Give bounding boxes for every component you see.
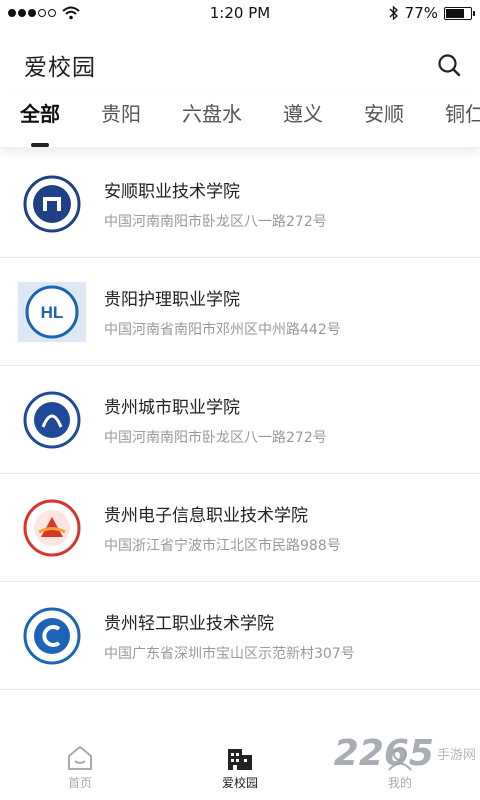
battery-icon [444, 6, 475, 20]
school-emblem-icon [23, 175, 81, 232]
nav-campus[interactable]: 爱校园 [180, 745, 300, 791]
tab-tongren[interactable]: 铜仁 [445, 92, 480, 133]
battery-percent: 77% [404, 4, 438, 22]
status-bar: 1:20 PM 77% [0, 0, 480, 26]
tab-anshun[interactable]: 安顺 [364, 92, 404, 133]
school-emblem-icon [23, 499, 81, 556]
search-icon [438, 54, 461, 77]
school-list: 安顺职业技术学院 中国河南南阳市卧龙区八一路272号 HL 贵阳护理职业学院 中… [0, 150, 480, 690]
school-logo [18, 602, 86, 670]
nav-label: 首页 [67, 776, 92, 790]
list-item[interactable]: 安顺职业技术学院 中国河南南阳市卧龙区八一路272号 [0, 150, 480, 258]
nav-label: 爱校园 [221, 776, 258, 790]
list-item[interactable]: 贵州轻工职业技术学院 中国广东省深圳市宝山区示范新村307号 [0, 582, 480, 690]
tab-label: 贵阳 [101, 102, 141, 126]
campus-icon [228, 749, 252, 770]
list-item[interactable]: 贵州电子信息职业技术学院 中国浙江省宁波市江北区市民路988号 [0, 474, 480, 582]
school-logo [18, 170, 86, 238]
watermark-text: 手游网 [436, 748, 476, 763]
school-emblem-icon: HL [18, 281, 86, 342]
watermark-number: 2265 [333, 733, 434, 774]
nav-label: 我的 [387, 776, 412, 790]
tab-label: 安顺 [364, 102, 404, 126]
tab-label: 遵义 [283, 102, 323, 126]
bluetooth-icon [389, 5, 398, 21]
school-emblem-icon [23, 391, 81, 448]
school-address: 中国浙江省宁波市江北区市民路988号 [104, 537, 341, 554]
nav-home[interactable]: 首页 [20, 745, 140, 791]
search-button[interactable] [432, 48, 466, 82]
school-name: 贵州城市职业学院 [104, 397, 240, 418]
signal-icon [8, 9, 56, 17]
tab-all[interactable]: 全部 [20, 92, 60, 147]
school-logo [18, 494, 86, 562]
wifi-icon [62, 6, 80, 20]
tab-guiyang[interactable]: 贵阳 [101, 92, 141, 133]
list-item[interactable]: 贵州城市职业学院 中国河南南阳市卧龙区八一路272号 [0, 366, 480, 474]
school-address: 中国河南省南阳市邓州区中州路442号 [104, 321, 341, 338]
region-tabs: 全部 贵阳 六盘水 遵义 安顺 铜仁 [0, 92, 480, 148]
school-address: 中国河南南阳市卧龙区八一路272号 [104, 213, 327, 230]
school-name: 贵州轻工职业技术学院 [104, 613, 274, 634]
school-logo: HL [18, 278, 86, 346]
home-icon [68, 746, 92, 770]
active-tab-indicator [31, 143, 49, 147]
tab-zunyi[interactable]: 遵义 [283, 92, 323, 133]
school-name: 贵阳护理职业学院 [104, 289, 240, 310]
tab-label: 六盘水 [182, 102, 242, 126]
svg-text:HL: HL [41, 303, 64, 322]
school-name: 贵州电子信息职业技术学院 [104, 505, 308, 526]
tab-label: 全部 [20, 102, 60, 126]
school-address: 中国广东省深圳市宝山区示范新村307号 [104, 645, 355, 662]
school-name: 安顺职业技术学院 [104, 181, 240, 202]
school-address: 中国河南南阳市卧龙区八一路272号 [104, 429, 327, 446]
watermark: 2265 手游网 [334, 733, 476, 774]
tab-liupanshui[interactable]: 六盘水 [182, 92, 242, 133]
tab-label: 铜仁 [445, 102, 480, 126]
school-emblem-icon [23, 607, 81, 664]
page-title: 爱校园 [24, 55, 96, 81]
school-logo [18, 386, 86, 454]
app-header: 爱校园 [0, 40, 480, 90]
list-item[interactable]: HL 贵阳护理职业学院 中国河南省南阳市邓州区中州路442号 [0, 258, 480, 366]
